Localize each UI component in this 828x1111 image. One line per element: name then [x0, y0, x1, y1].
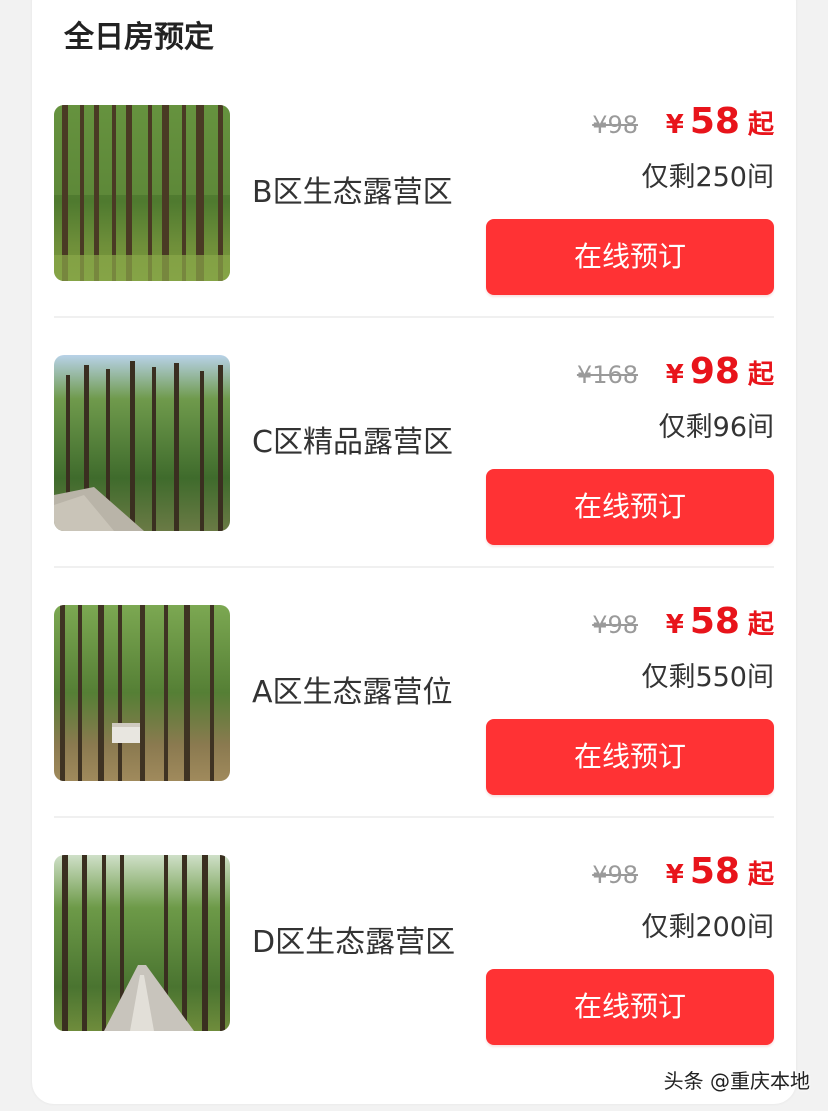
price-amount: 58 [689, 851, 740, 892]
stock-remaining: 仅剩96间 [658, 412, 774, 443]
currency-symbol: ¥ [665, 610, 684, 640]
price-suffix: 起 [747, 610, 774, 640]
book-online-button[interactable]: 在线预订 [486, 969, 774, 1045]
price-suffix: 起 [747, 860, 774, 890]
listing-name: D区生态露营区 [252, 925, 456, 960]
sale-price: ¥58 起 [666, 848, 774, 896]
listing-row: C区精品露营区 ¥168 ¥98 起 仅剩96间 在线预订 [32, 250, 796, 568]
listing-name: B区生态露营区 [252, 175, 453, 210]
sale-price: ¥58 起 [666, 598, 774, 646]
listing-row: D区生态露营区 ¥98 ¥58 起 仅剩200间 在线预订 [32, 750, 796, 1045]
original-price: ¥98 [592, 111, 638, 139]
listing-name: A区生态露营位 [252, 675, 453, 710]
price-suffix: 起 [747, 110, 774, 140]
stock-remaining: 仅剩550间 [641, 662, 774, 693]
price-amount: 98 [689, 351, 740, 392]
stock-remaining: 仅剩200间 [641, 912, 774, 943]
price-amount: 58 [689, 601, 740, 642]
listing-name: C区精品露营区 [252, 425, 453, 460]
original-price: ¥168 [576, 361, 638, 389]
source-watermark: 头条 @重庆本地 [663, 1069, 810, 1093]
listing-thumbnail[interactable] [54, 855, 230, 1031]
original-price: ¥98 [592, 611, 638, 639]
currency-symbol: ¥ [665, 360, 684, 390]
currency-symbol: ¥ [665, 860, 684, 890]
listing-row: A区生态露营位 ¥98 ¥58 起 仅剩550间 在线预订 [32, 500, 796, 818]
price-amount: 58 [689, 101, 740, 142]
sale-price: ¥98 起 [666, 348, 774, 396]
original-price: ¥98 [592, 861, 638, 889]
listing-row: B区生态露营区 ¥98 ¥58 起 仅剩250间 在线预订 [32, 0, 796, 318]
stock-remaining: 仅剩250间 [641, 162, 774, 193]
price-suffix: 起 [747, 360, 774, 390]
currency-symbol: ¥ [665, 110, 684, 140]
sale-price: ¥58 起 [666, 98, 774, 146]
